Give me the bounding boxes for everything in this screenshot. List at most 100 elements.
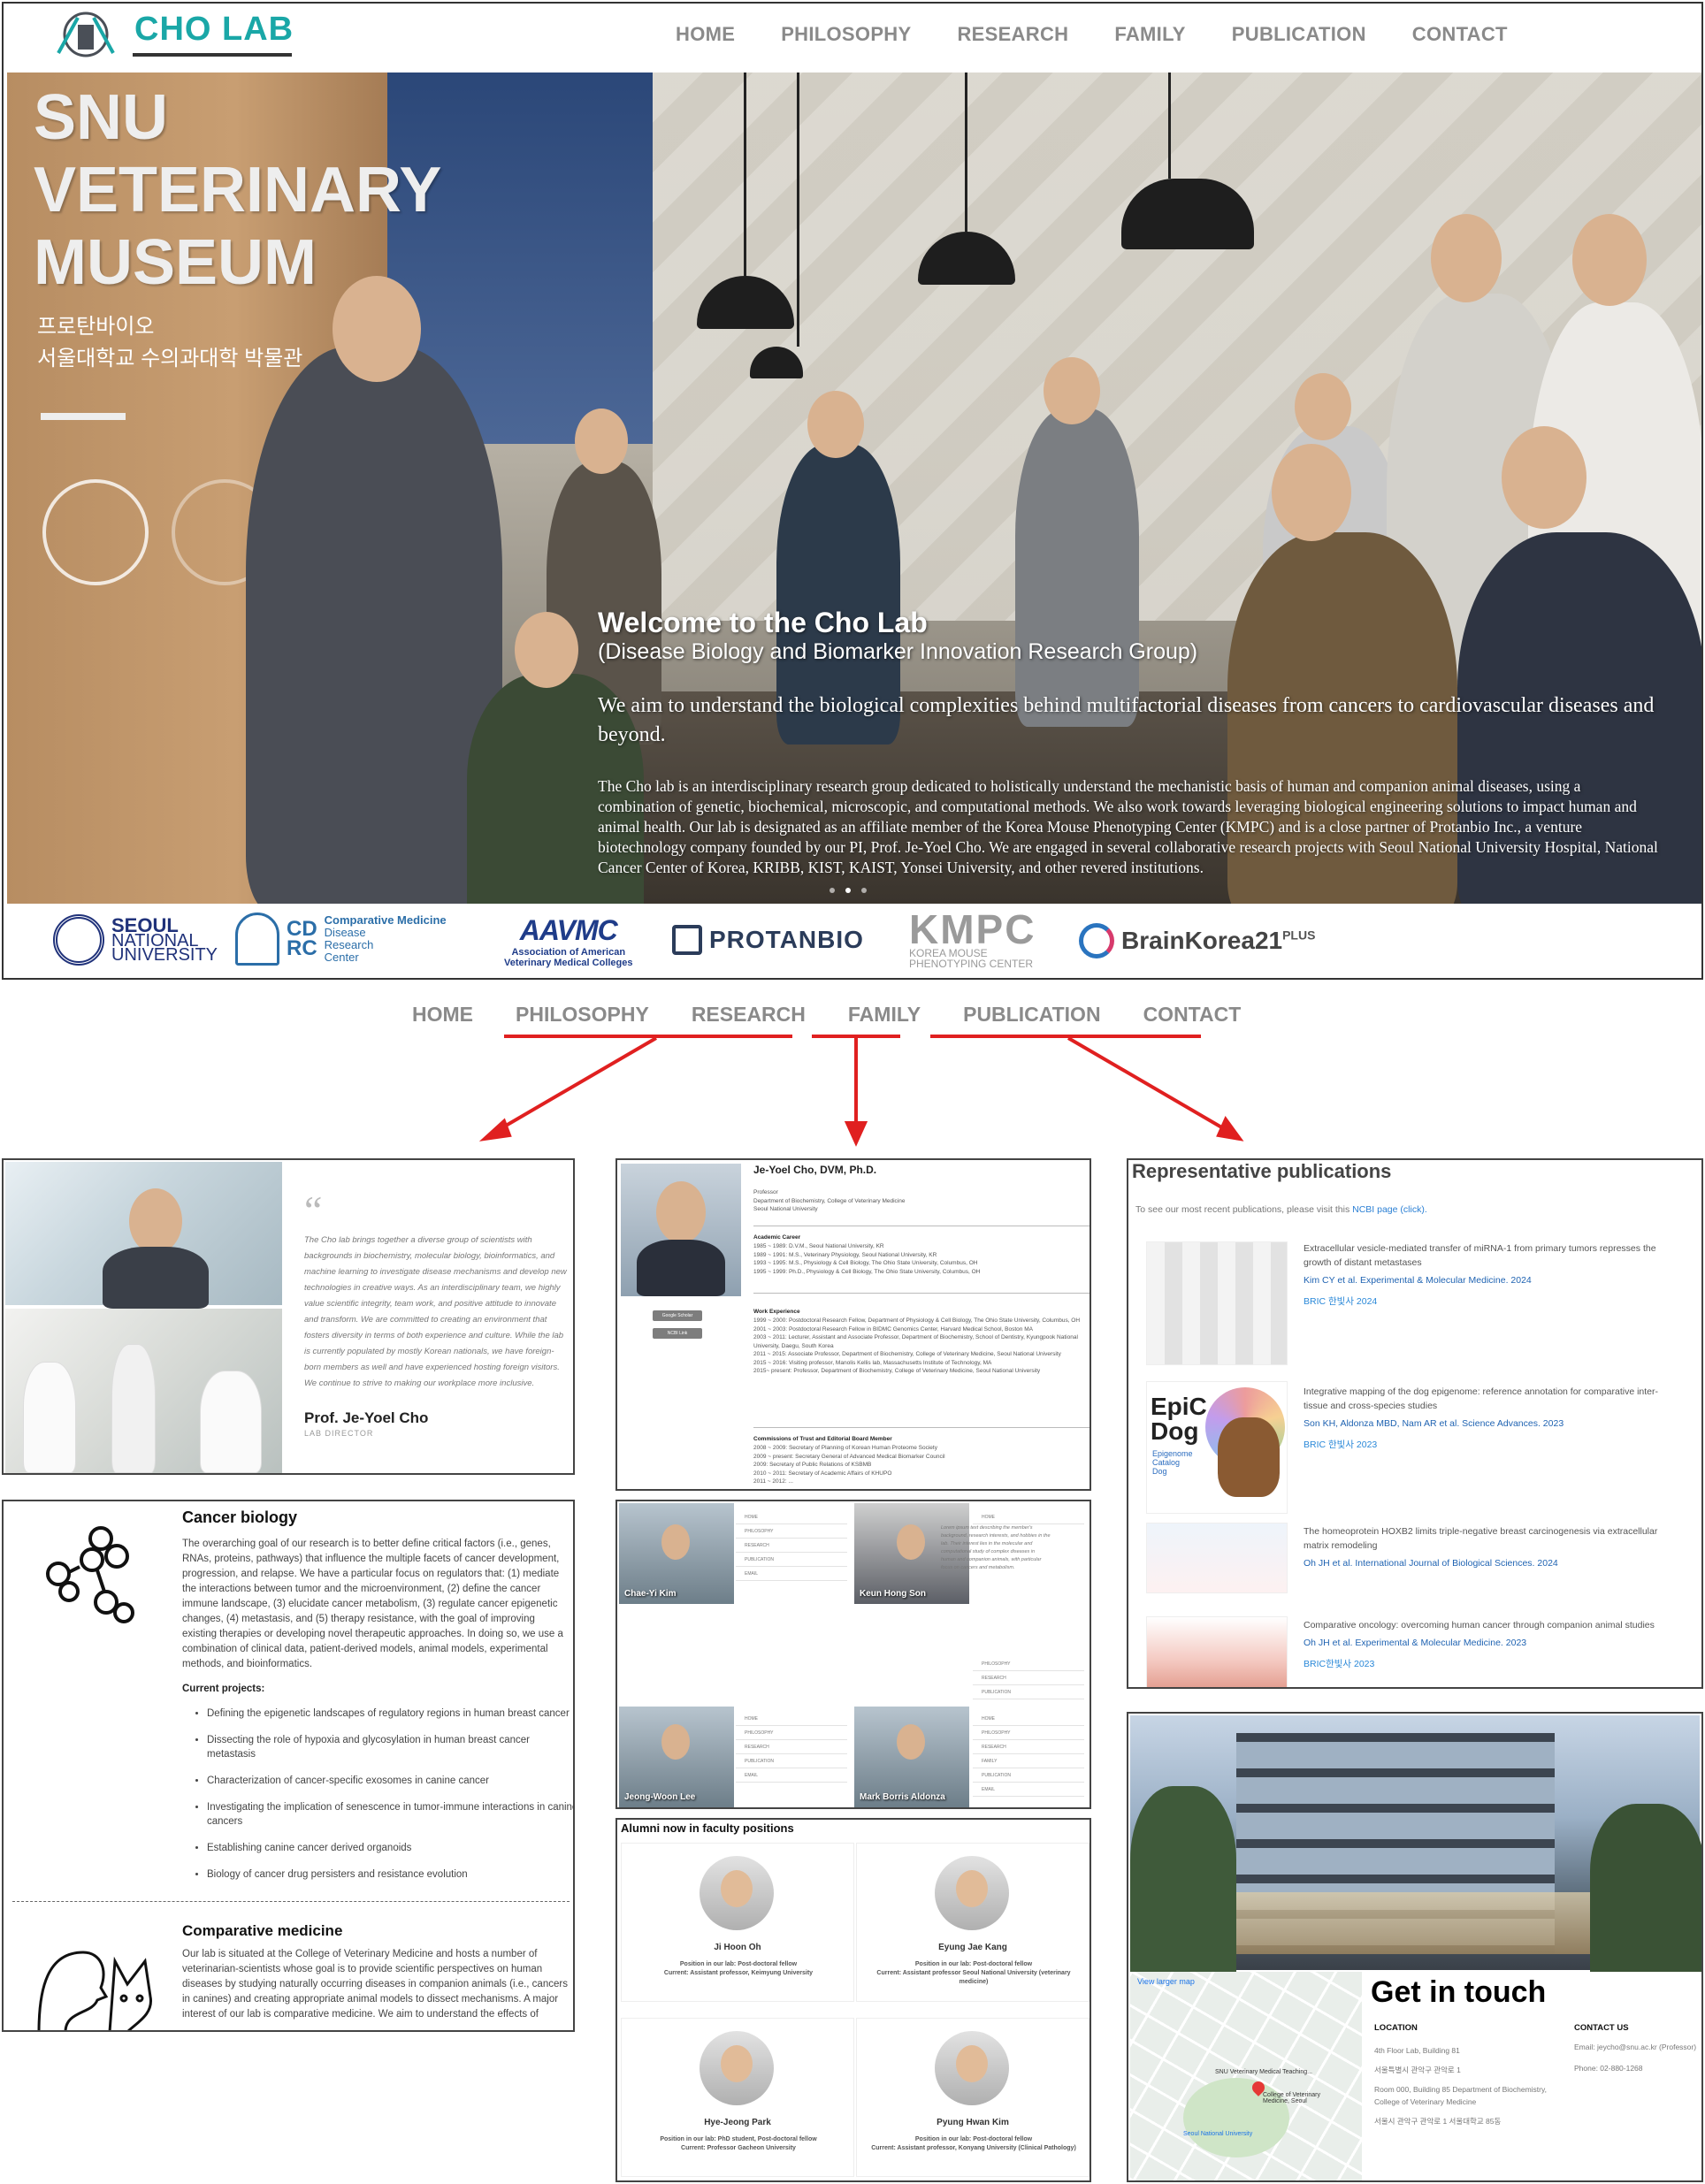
list-item: Investigating the implication of senesce… [207, 1800, 573, 1829]
current-projects-label: Current projects: [182, 1684, 265, 1694]
museum-korean-text: 프로탄바이오 서울대학교 수의과대학 박물관 [37, 315, 303, 370]
profile-position: Professor Department of Biochemistry, Col… [753, 1189, 906, 1212]
lab-logo-icon[interactable] [51, 9, 120, 60]
list-item: Establishing canine cancer derived organ… [207, 1841, 573, 1855]
publications-title: Representative publications [1132, 1160, 1392, 1182]
snu-logo-text: SEOUL NATIONAL UNIVERSITY [111, 913, 218, 965]
head [1272, 444, 1351, 541]
avatar [935, 1856, 1009, 1930]
nav2-publication[interactable]: PUBLICATION [963, 1003, 1100, 1027]
list-item: Defining the epigenetic landscapes of re… [207, 1707, 573, 1721]
member-menu: HOME PHILOSOPHY RESEARCH FAMILY PUBLICATION E… [973, 1712, 1084, 1797]
nav2-family[interactable]: FAMILY [848, 1003, 921, 1027]
partner-snu[interactable]: SEOUL NATIONAL UNIVERSITY [53, 914, 218, 966]
partner-protanbio[interactable]: PROTANBIO [672, 925, 864, 955]
profile-name: Je-Yoel Cho, DVM, Ph.D. [753, 1164, 877, 1176]
research-title: Cancer biology [182, 1508, 298, 1526]
partner-bk21[interactable]: BrainKorea21PLUS [1079, 923, 1315, 958]
nav-research[interactable]: RESEARCH [957, 23, 1068, 46]
location-label: LOCATION [1374, 2023, 1418, 2033]
publication-figure [1146, 1241, 1288, 1365]
head [515, 612, 578, 688]
logo-text[interactable]: CHO LAB [134, 11, 294, 49]
publication-item[interactable]: Integrative mapping of the dog epigenome… [1304, 1385, 1666, 1451]
partner-aavmc[interactable]: AAVMC Association of American Veterinary… [504, 914, 633, 968]
cdrc-text: Comparative Medicine Disease Research Ce… [324, 913, 447, 964]
head [1295, 373, 1351, 440]
members-panel: Chae-Yi Kim HOME PHILOSOPHY RESEARCH PUBLIC… [615, 1500, 1091, 1809]
publication-item[interactable]: The homeoprotein HOXB2 limits triple-neg… [1304, 1524, 1666, 1569]
head [1572, 214, 1647, 306]
ncbi-button[interactable]: NCBI Link [653, 1328, 702, 1339]
view-larger-map-link[interactable]: View larger map [1137, 1977, 1195, 1986]
nav2-research[interactable]: RESEARCH [692, 1003, 806, 1027]
hero-text-block: Welcome to the Cho Lab (Disease Biology … [598, 607, 1659, 878]
alumni-title: Alumni now in faculty positions [621, 1821, 794, 1835]
head [1044, 357, 1100, 424]
avatar [935, 2031, 1009, 2105]
nav-publication[interactable]: PUBLICATION [1232, 23, 1366, 46]
head [1502, 426, 1586, 529]
arrow-to-philosophy [493, 1036, 658, 1134]
arrow-to-publication [1067, 1036, 1231, 1134]
professor-role: LAB DIRECTOR [304, 1429, 374, 1438]
snu-seal-icon [53, 914, 104, 966]
nav2-home[interactable]: HOME [412, 1003, 473, 1027]
alumni-card[interactable]: Eyung Jae Kang Position in our lab: Post… [856, 1843, 1090, 2002]
molecule-icon [46, 1526, 134, 1623]
nav2-philosophy[interactable]: PHILOSOPHY [516, 1003, 649, 1027]
top-navbar: CHO LAB HOME PHILOSOPHY RESEARCH FAMILY … [4, 4, 1701, 69]
alumni-card[interactable]: Ji Hoon Oh Position in our lab: Post-doc… [621, 1843, 854, 2002]
member-menu: PHILOSOPHY RESEARCH PUBLICATION [973, 1657, 1084, 1699]
contact-text: Email: jeycho@snu.ac.kr (Professor) Phone… [1574, 2043, 1697, 2073]
hero-aim: We aim to understand the biological comp… [598, 694, 1655, 746]
location-map[interactable]: View larger map SNU Veterinary Medical T… [1130, 1972, 1362, 2180]
hero-welcome: Welcome to the Cho Lab [598, 607, 928, 638]
publication-figure [1146, 1523, 1288, 1593]
publication-item[interactable]: Extracellular vesicle-mediated transfer … [1304, 1241, 1666, 1308]
university-seal-icon [42, 479, 149, 585]
nav2-contact[interactable]: CONTACT [1143, 1003, 1242, 1027]
ncbi-link[interactable]: NCBI page (click). [1352, 1204, 1427, 1215]
google-scholar-button[interactable]: Google Scholar [653, 1310, 702, 1321]
list-item: Dissecting the role of hypoxia and glyco… [207, 1733, 573, 1761]
alumni-card[interactable]: Hye-Jeong Park Position in our lab: PhD … [621, 2018, 854, 2177]
protanbio-icon [672, 925, 702, 955]
alumni-panel: Alumni now in faculty positions Ji Hoon … [615, 1818, 1091, 2182]
arrowhead [1216, 1116, 1244, 1142]
building-photo [1130, 1715, 1701, 1972]
contact-label: CONTACT US [1574, 2023, 1629, 2033]
head [1431, 214, 1502, 302]
project-list: Defining the epigenetic landscapes of re… [207, 1707, 573, 1894]
epic-dog-figure: EpiC Dog Epigenome Catalog Dog [1146, 1381, 1288, 1514]
member-card[interactable]: Chae-Yi Kim [619, 1503, 734, 1604]
cdrc-box: CD RC [287, 917, 317, 960]
work-experience: Work Experience 1999 ~ 2000: Postdoctora… [753, 1309, 1081, 1374]
nav-home[interactable]: HOME [676, 23, 735, 46]
research-text-2: Our lab is situated at the College of Ve… [182, 1949, 568, 2020]
bk21-icon [1079, 923, 1114, 958]
publications-intro: To see our most recent publications, ple… [1135, 1204, 1427, 1215]
profile-panel: Google Scholar NCBI Link Je-Yoel Cho, DV… [615, 1158, 1091, 1491]
academic-career: Academic Career 1985 ~ 1989: D.V.M., Seo… [753, 1234, 981, 1275]
member-card[interactable]: Mark Borris Aldonza [854, 1707, 969, 1807]
head [575, 409, 628, 474]
member-menu: HOME PHILOSOPHY RESEARCH PUBLICATION EMAIL [736, 1712, 847, 1783]
nav-philosophy[interactable]: PHILOSOPHY [781, 23, 911, 46]
alumni-card[interactable]: Pyung Hwan Kim Position in our lab: Post… [856, 2018, 1090, 2177]
nav-contact[interactable]: CONTACT [1412, 23, 1508, 46]
location-text: 4th Floor Lab, Building 81 서울특별시 관악구 관악로 … [1374, 2046, 1547, 2126]
research-title-2: Comparative medicine [182, 1922, 343, 1939]
hero-banner: SNU VETERINARY MUSEUM 프로탄바이오 서울대학교 수의과대학… [7, 73, 1701, 904]
research-panel: Cancer biology The overarching goal of o… [2, 1500, 575, 2032]
avatar [700, 2031, 774, 2105]
nav-family[interactable]: FAMILY [1114, 23, 1185, 46]
partner-cdrc[interactable]: CD RC Comparative Medicine Disease Resear… [235, 913, 447, 966]
diagram-navbar: HOME PHILOSOPHY RESEARCH FAMILY PUBLICAT… [412, 1003, 1283, 1027]
divider [753, 1293, 1090, 1294]
partner-kmpc[interactable]: KMPC KOREA MOUSE PHENOTYPING CENTER [909, 909, 1036, 969]
publication-item[interactable]: Comparative oncology: overcoming human c… [1304, 1618, 1666, 1670]
member-card[interactable]: Jeong-Woon Lee [619, 1707, 734, 1807]
carousel-dots[interactable] [830, 888, 867, 893]
profile-photo [621, 1164, 741, 1296]
